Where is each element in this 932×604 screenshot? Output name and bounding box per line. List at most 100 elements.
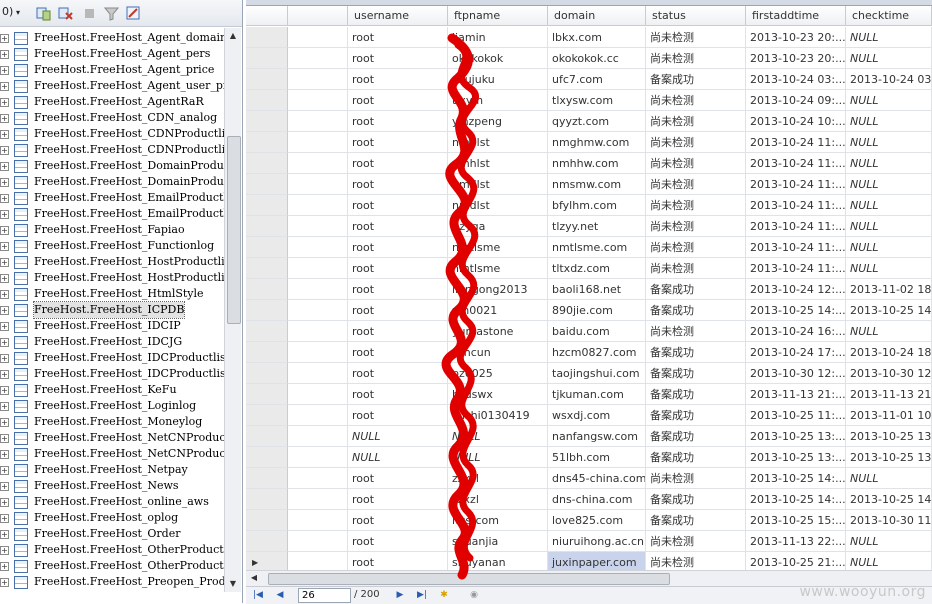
cell-firstaddtime[interactable]: 2013-10-25 14:... bbox=[746, 489, 846, 510]
column-header-username[interactable]: username bbox=[348, 6, 448, 26]
cell-ftpname[interactable]: NULL bbox=[448, 426, 548, 447]
cell-username[interactable]: root bbox=[348, 27, 448, 48]
expand-icon[interactable]: + bbox=[0, 274, 9, 283]
expand-icon[interactable]: + bbox=[0, 578, 9, 587]
cell-domain[interactable]: tlxysw.com bbox=[548, 90, 646, 111]
cell-firstaddtime[interactable]: 2013-10-24 09:... bbox=[746, 90, 846, 111]
cell-firstaddtime[interactable]: 2013-10-23 20:... bbox=[746, 48, 846, 69]
cell-domain[interactable]: ufc7.com bbox=[548, 69, 646, 90]
tree-item[interactable]: + FreeHost.FreeHost_CDNProductlist bbox=[0, 142, 224, 158]
cell-status[interactable]: 备案成功 bbox=[646, 405, 746, 426]
cell-firstaddtime[interactable]: 2013-10-24 10:... bbox=[746, 111, 846, 132]
tree-item[interactable]: + FreeHost.FreeHost_Moneylog bbox=[0, 414, 224, 430]
cell-domain[interactable]: nmtlsme.com bbox=[548, 237, 646, 258]
cell-firstaddtime[interactable]: 2013-11-13 21:... bbox=[746, 384, 846, 405]
next-page-icon[interactable]: ▶ bbox=[394, 589, 406, 601]
cell-status[interactable]: 备案成功 bbox=[646, 363, 746, 384]
tree-item[interactable]: + FreeHost.FreeHost_HostProductlis bbox=[0, 254, 224, 270]
tree-item[interactable]: + FreeHost.FreeHost_Agent_price bbox=[0, 62, 224, 78]
cell-status[interactable]: 尚未检测 bbox=[646, 174, 746, 195]
row-selector[interactable] bbox=[246, 174, 288, 195]
cell-firstaddtime[interactable]: 2013-10-24 11:... bbox=[746, 132, 846, 153]
cell-status[interactable]: 尚未检测 bbox=[646, 48, 746, 69]
expand-icon[interactable]: + bbox=[0, 290, 9, 299]
tree-item[interactable]: + FreeHost.FreeHost_EmailProductl bbox=[0, 190, 224, 206]
tree-item[interactable]: + FreeHost.FreeHost_HtmlStyle bbox=[0, 286, 224, 302]
table-row[interactable]: root tlxym tlxysw.com 尚未检测 2013-10-24 09:...… bbox=[246, 90, 932, 111]
cell-domain[interactable]: nanfangsw.com bbox=[548, 426, 646, 447]
table-row[interactable]: NULL NULL 51lbh.com 备案成功 2013-10-25 13:... 20… bbox=[246, 447, 932, 468]
cell-firstaddtime[interactable]: 2013-10-24 16:... bbox=[746, 321, 846, 342]
row-selector[interactable] bbox=[246, 300, 288, 321]
expand-icon[interactable]: + bbox=[0, 322, 9, 331]
cell-firstaddtime[interactable]: 2013-10-24 11:... bbox=[746, 237, 846, 258]
cell-username[interactable]: root bbox=[348, 300, 448, 321]
table-row[interactable]: root yumastone baidu.com 尚未检测 2013-10-24 16:… bbox=[246, 321, 932, 342]
cell-ftpname[interactable]: tlzyga bbox=[448, 216, 548, 237]
cell-username[interactable]: root bbox=[348, 90, 448, 111]
cell-domain[interactable]: nmhhw.com bbox=[548, 153, 646, 174]
cell-domain[interactable]: okokokok.cc bbox=[548, 48, 646, 69]
cell-firstaddtime[interactable]: 2013-10-30 12:... bbox=[746, 363, 846, 384]
cell-domain[interactable]: love825.com bbox=[548, 510, 646, 531]
cell-checktime[interactable]: NULL bbox=[846, 90, 932, 111]
disconnect-icon[interactable] bbox=[58, 6, 73, 21]
cell-domain[interactable]: nmghmw.com bbox=[548, 132, 646, 153]
cell-username[interactable]: root bbox=[348, 174, 448, 195]
cell-domain[interactable]: tjkuman.com bbox=[548, 384, 646, 405]
cell-ftpname[interactable]: liangong2013 bbox=[448, 279, 548, 300]
last-page-icon[interactable]: ▶| bbox=[416, 589, 428, 601]
expand-icon[interactable]: + bbox=[0, 546, 9, 555]
tree-item[interactable]: + FreeHost.FreeHost_online_aws bbox=[0, 494, 224, 510]
row-selector[interactable] bbox=[246, 195, 288, 216]
cell-domain[interactable]: bfylhm.com bbox=[548, 195, 646, 216]
cell-checktime[interactable]: NULL bbox=[846, 27, 932, 48]
row-selector[interactable] bbox=[246, 447, 288, 468]
row-selector[interactable] bbox=[246, 363, 288, 384]
tree-item[interactable]: + FreeHost.FreeHost_Agent_pers bbox=[0, 46, 224, 62]
cell-ftpname[interactable]: nmtlsme bbox=[448, 237, 548, 258]
cell-username[interactable]: root bbox=[348, 531, 448, 552]
cell-checktime[interactable]: 2013-10-25 14:... bbox=[846, 489, 932, 510]
expand-icon[interactable]: + bbox=[0, 434, 9, 443]
cell-status[interactable]: 备案成功 bbox=[646, 447, 746, 468]
tree-item[interactable]: + FreeHost.FreeHost_Functionlog bbox=[0, 238, 224, 254]
row-selector[interactable] bbox=[246, 90, 288, 111]
row-selector[interactable] bbox=[246, 531, 288, 552]
cell-firstaddtime[interactable]: 2013-10-25 11:... bbox=[746, 405, 846, 426]
column-header-firstaddtime[interactable]: firstaddtime bbox=[746, 6, 846, 26]
cell-domain[interactable]: baoli168.net bbox=[548, 279, 646, 300]
cell-status[interactable]: 尚未检测 bbox=[646, 111, 746, 132]
row-selector[interactable] bbox=[246, 27, 288, 48]
table-row[interactable]: root jiamin lbkx.com 尚未检测 2013-10-23 20:... N… bbox=[246, 27, 932, 48]
row-selector[interactable] bbox=[246, 489, 288, 510]
expand-icon[interactable]: + bbox=[0, 386, 9, 395]
cell-domain[interactable]: qyyzt.com bbox=[548, 111, 646, 132]
cell-domain[interactable]: baidu.com bbox=[548, 321, 646, 342]
filter-icon[interactable] bbox=[104, 6, 119, 21]
expand-icon[interactable]: + bbox=[0, 258, 9, 267]
cell-checktime[interactable]: NULL bbox=[846, 321, 932, 342]
cell-firstaddtime[interactable]: 2013-10-25 14:... bbox=[746, 300, 846, 321]
cell-status[interactable]: 备案成功 bbox=[646, 510, 746, 531]
cell-checktime[interactable]: NULL bbox=[846, 468, 932, 489]
expand-icon[interactable]: + bbox=[0, 178, 9, 187]
cell-firstaddtime[interactable]: 2013-10-24 03:... bbox=[746, 69, 846, 90]
row-selector[interactable] bbox=[246, 468, 288, 489]
row-selector[interactable] bbox=[246, 426, 288, 447]
cell-username[interactable]: root bbox=[348, 111, 448, 132]
table-row[interactable]: root zzxzl dns45-china.com 尚未检测 2013-10-25 1… bbox=[246, 468, 932, 489]
tree-item[interactable]: + FreeHost.FreeHost_Loginlog bbox=[0, 398, 224, 414]
expand-icon[interactable]: + bbox=[0, 162, 9, 171]
cell-checktime[interactable]: NULL bbox=[846, 174, 932, 195]
scroll-thumb[interactable] bbox=[268, 573, 670, 585]
table-row[interactable]: root liangong2013 baoli168.net 备案成功 2013-10-… bbox=[246, 279, 932, 300]
table-row[interactable]: root nmdlst nmsmw.com 尚未检测 2013-10-24 11:...… bbox=[246, 174, 932, 195]
cell-checktime[interactable]: NULL bbox=[846, 216, 932, 237]
cell-status[interactable]: 尚未检测 bbox=[646, 27, 746, 48]
zero-dropdown[interactable]: 0) bbox=[2, 5, 13, 21]
table-row[interactable]: root okokokok okokokok.cc 尚未检测 2013-10-23 20… bbox=[246, 48, 932, 69]
cell-checktime[interactable]: NULL bbox=[846, 111, 932, 132]
cell-username[interactable]: root bbox=[348, 153, 448, 174]
expand-icon[interactable]: + bbox=[0, 98, 9, 107]
